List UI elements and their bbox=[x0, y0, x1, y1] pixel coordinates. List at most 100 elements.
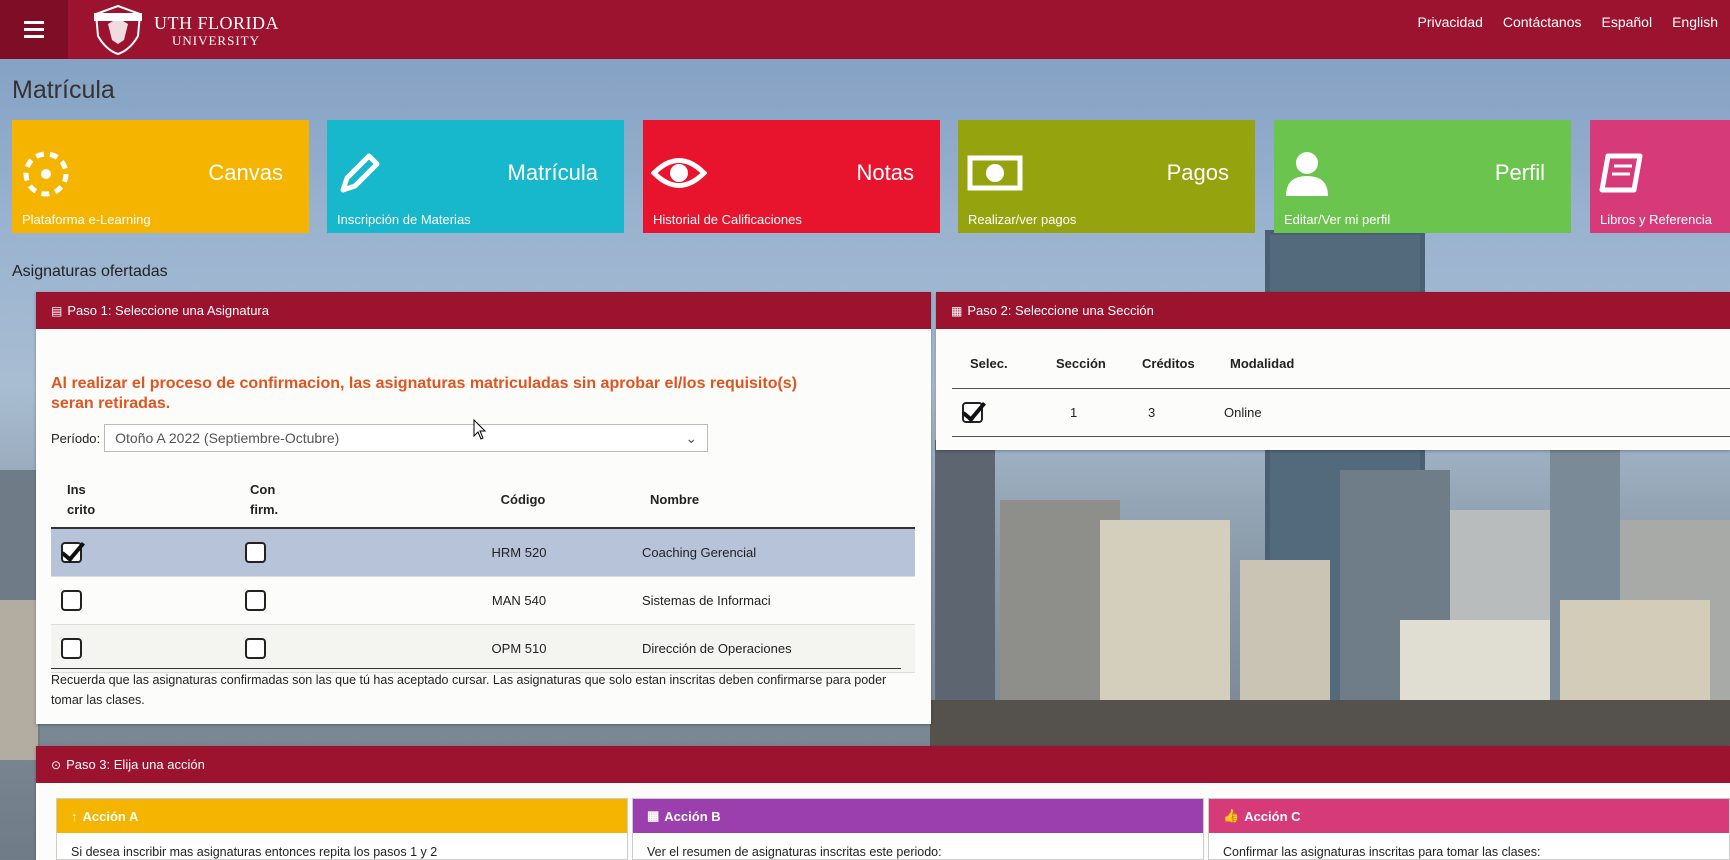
logo-line1: UTH FLORIDA bbox=[154, 12, 279, 33]
tile-sub: Inscripción de Materias bbox=[337, 212, 471, 227]
course-code: OPM 510 bbox=[404, 624, 634, 673]
action-c-title: Acción C bbox=[1244, 808, 1301, 824]
top-nav: Privacidad Contáctanos Español English bbox=[1398, 14, 1719, 30]
money-icon bbox=[967, 155, 1023, 191]
tile-name: Pagos bbox=[1166, 160, 1229, 185]
section-credits: 3 bbox=[1124, 388, 1212, 437]
tile-name: Canvas bbox=[208, 160, 283, 185]
book-icon bbox=[1599, 153, 1643, 193]
eye-icon bbox=[651, 158, 707, 188]
table-row[interactable]: HRM 520 Coaching Gerencial bbox=[51, 528, 915, 577]
action-b: ▦ Acción B Ver el resumen de asignaturas… bbox=[632, 798, 1204, 860]
chevron-down-icon: ⌄ bbox=[685, 429, 698, 446]
tile-perfil[interactable]: Perfil Editar/Ver mi perfil bbox=[1274, 120, 1571, 233]
tile-sub: Realizar/ver pagos bbox=[968, 212, 1077, 227]
section-title: Asignaturas ofertadas bbox=[12, 263, 168, 280]
arrow-up-icon: ↑ bbox=[71, 808, 78, 824]
col-inscrito: Ins crito bbox=[51, 472, 234, 529]
inscrito-checkbox[interactable] bbox=[61, 541, 82, 563]
tile-name: Perfil bbox=[1494, 160, 1545, 185]
step2-header: ▦ Paso 2: Seleccione una Sección bbox=[936, 292, 1730, 329]
inscrito-checkbox[interactable] bbox=[61, 589, 82, 611]
step1-title: Paso 1: Seleccione una Asignatura bbox=[67, 303, 269, 318]
canvas-icon bbox=[23, 151, 69, 197]
period-label: Período: bbox=[51, 430, 101, 446]
table-row[interactable]: OPM 510 Dirección de Operaciones bbox=[51, 624, 915, 673]
tile-sub: Libros y Referencia bbox=[1600, 212, 1712, 227]
action-a-text: Si desea inscribir mas asignaturas enton… bbox=[71, 845, 438, 859]
action-a-header[interactable]: ↑ Acción A bbox=[57, 799, 627, 833]
confirm-note: Recuerda que las asignaturas confirmadas… bbox=[51, 668, 901, 710]
tile-name: Notas bbox=[856, 160, 914, 185]
action-a-title: Acción A bbox=[82, 808, 139, 824]
sections-table: Selec. Sección Créditos Modalidad 1 3 On… bbox=[952, 340, 1730, 437]
play-circle-icon: ⊙ bbox=[51, 757, 62, 772]
courses-table: Ins crito Con firm. Código Nombre HRM 520 … bbox=[51, 472, 915, 673]
top-bar: UTH FLORIDA UNIVERSITY Privacidad Contác… bbox=[0, 0, 1730, 59]
page-title: Matrícula bbox=[12, 76, 115, 104]
step3-title: Paso 3: Elija una acción bbox=[66, 757, 205, 772]
col-codigo: Código bbox=[404, 472, 634, 529]
action-b-header[interactable]: ▦ Acción B bbox=[633, 799, 1203, 833]
step3-header: ⊙ Paso 3: Elija una acción bbox=[36, 746, 1730, 783]
tile-canvas[interactable]: Canvas Plataforma e-Learning bbox=[12, 120, 309, 233]
section-mode: Online bbox=[1212, 388, 1730, 437]
user-icon bbox=[1286, 152, 1328, 196]
col-confirm: Con firm. bbox=[234, 472, 404, 529]
crest-icon bbox=[94, 4, 142, 56]
table-row[interactable]: 1 3 Online bbox=[952, 388, 1730, 437]
calendar-icon: ▦ bbox=[951, 303, 963, 318]
course-name: Sistemas de Informaci bbox=[634, 576, 915, 625]
nav-privacidad[interactable]: Privacidad bbox=[1418, 14, 1483, 30]
tile-pagos[interactable]: Pagos Realizar/ver pagos bbox=[958, 120, 1255, 233]
confirm-checkbox[interactable] bbox=[245, 637, 266, 659]
tile-sub: Editar/Ver mi perfil bbox=[1284, 212, 1391, 227]
step2-panel: ▦ Paso 2: Seleccione una Sección Selec. … bbox=[936, 292, 1730, 450]
period-value: Otoño A 2022 (Septiembre-Octubre) bbox=[115, 430, 340, 446]
action-b-text: Ver el resumen de asignaturas inscritas … bbox=[647, 845, 942, 859]
action-c-text: Confirmar las asignaturas inscritas para… bbox=[1223, 845, 1541, 859]
tile-matricula[interactable]: Matrícula Inscripción de Materias bbox=[327, 120, 624, 233]
inscrito-checkbox[interactable] bbox=[61, 637, 82, 659]
col-nombre: Nombre bbox=[634, 472, 915, 529]
logo-line2: UNIVERSITY bbox=[172, 32, 260, 48]
step1-panel: ▤ Paso 1: Seleccione una Asignatura Al r… bbox=[36, 292, 931, 724]
hamburger-icon bbox=[24, 19, 44, 40]
tile-libros[interactable]: Libros y Referencia bbox=[1590, 120, 1730, 233]
confirm-checkbox[interactable] bbox=[245, 541, 266, 563]
tile-name: Matrícula bbox=[507, 160, 598, 185]
action-a: ↑ Acción A Si desea inscribir mas asigna… bbox=[56, 798, 628, 860]
nav-espanol[interactable]: Español bbox=[1601, 14, 1652, 30]
period-row: Período: Otoño A 2022 (Septiembre-Octubr… bbox=[51, 424, 709, 452]
action-c-header[interactable]: 👍 Acción C bbox=[1209, 799, 1729, 833]
col-modalidad: Modalidad bbox=[1212, 340, 1730, 389]
step2-title: Paso 2: Seleccione una Sección bbox=[967, 303, 1154, 318]
section-checkbox[interactable] bbox=[962, 401, 983, 423]
confirm-checkbox[interactable] bbox=[245, 589, 266, 611]
col-creditos: Créditos bbox=[1124, 340, 1212, 389]
calendar-icon: ▦ bbox=[647, 808, 660, 823]
col-seccion: Sección bbox=[1038, 340, 1124, 389]
warning-text: Al realizar el proceso de confirmacion, … bbox=[51, 375, 798, 412]
tile-sub: Historial de Calificaciones bbox=[653, 212, 802, 227]
course-code: HRM 520 bbox=[404, 528, 634, 577]
nav-english[interactable]: English bbox=[1672, 14, 1718, 30]
nav-contactanos[interactable]: Contáctanos bbox=[1503, 14, 1582, 30]
tile-notas[interactable]: Notas Historial de Calificaciones bbox=[643, 120, 940, 233]
step1-header: ▤ Paso 1: Seleccione una Asignatura bbox=[36, 292, 931, 329]
university-logo[interactable]: UTH FLORIDA UNIVERSITY bbox=[90, 4, 279, 56]
pencil-icon bbox=[340, 153, 380, 193]
action-b-title: Acción B bbox=[664, 808, 721, 824]
tile-sub: Plataforma e-Learning bbox=[22, 212, 151, 227]
action-c: 👍 Acción C Confirmar las asignaturas ins… bbox=[1208, 798, 1730, 860]
course-name: Dirección de Operaciones bbox=[634, 624, 915, 673]
mouse-cursor-icon bbox=[473, 419, 487, 440]
course-name: Coaching Gerencial bbox=[634, 528, 915, 577]
book-icon: ▤ bbox=[51, 303, 63, 318]
period-select[interactable]: Otoño A 2022 (Septiembre-Octubre) ⌄ bbox=[104, 424, 709, 452]
course-code: MAN 540 bbox=[404, 576, 634, 625]
thumbs-up-icon: 👍 bbox=[1223, 808, 1240, 823]
table-row[interactable]: MAN 540 Sistemas de Informaci bbox=[51, 576, 915, 625]
menu-button[interactable] bbox=[0, 0, 68, 59]
section-number: 1 bbox=[1038, 388, 1124, 437]
